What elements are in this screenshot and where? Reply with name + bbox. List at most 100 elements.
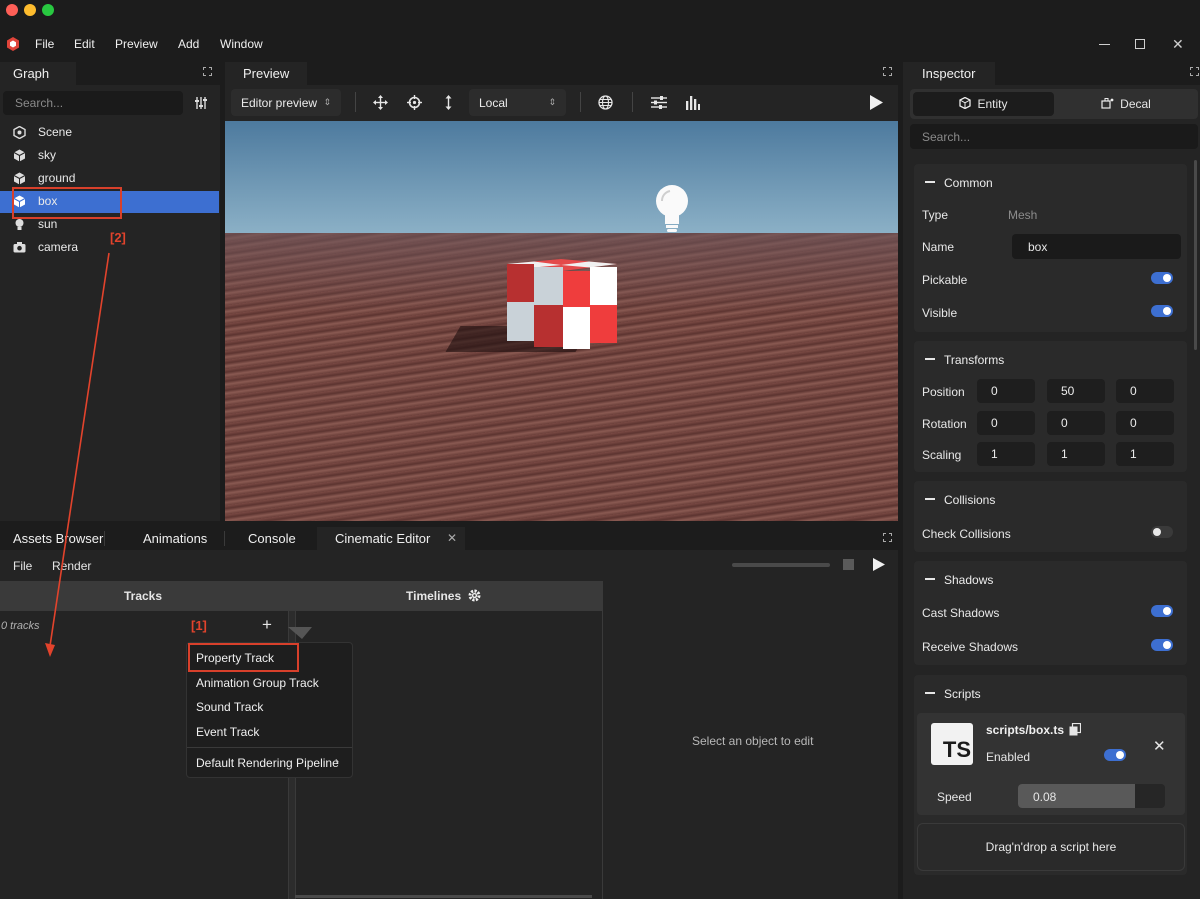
expand-bottom-icon[interactable] [883, 533, 892, 542]
editor-preview-value: Editor preview [241, 95, 318, 110]
copy-icon[interactable] [1069, 723, 1081, 736]
rotation-label: Rotation [922, 417, 967, 431]
graph-tab[interactable]: Graph [13, 66, 49, 81]
stats-bar-chart-icon[interactable] [686, 95, 700, 110]
tree-item-scene[interactable]: Scene [12, 121, 72, 143]
pickable-toggle[interactable] [1151, 272, 1173, 284]
bottom-tabbar: Assets Browser Animations Console Cinema… [0, 527, 898, 550]
collapse-icon[interactable] [925, 692, 935, 694]
move-gizmo-icon[interactable] [373, 95, 388, 110]
minimize-icon[interactable] [1099, 44, 1110, 45]
close-icon[interactable]: ✕ [1172, 36, 1184, 53]
position-y-input[interactable]: 50 [1047, 379, 1105, 403]
tree-item-sky[interactable]: sky [12, 144, 56, 166]
position-z-input[interactable]: 0 [1116, 379, 1174, 403]
app-logo-icon [7, 37, 19, 51]
menu-sound-track[interactable]: Sound Track [196, 700, 263, 714]
remove-script-icon[interactable]: ✕ [1153, 737, 1166, 755]
name-input[interactable]: box [1012, 234, 1181, 259]
section-title[interactable]: Transforms [944, 353, 1004, 367]
speed-label: Speed [937, 790, 972, 804]
camera-icon [12, 240, 26, 254]
playhead-marker-icon [288, 627, 312, 639]
entity-tab-label: Entity [977, 97, 1008, 111]
entity-tab[interactable]: Entity [913, 92, 1054, 116]
stop-icon[interactable] [843, 559, 854, 570]
collapse-icon[interactable] [925, 358, 935, 360]
visible-label: Visible [922, 306, 958, 320]
expand-graph-icon[interactable] [203, 67, 212, 76]
inspector-search-input[interactable]: Search... [910, 124, 1198, 149]
updown-chevron-icon: ⇕ [548, 97, 556, 107]
space-select[interactable]: Local ⇕ [469, 89, 566, 116]
inspector-scrollbar[interactable] [1194, 160, 1197, 350]
section-title[interactable]: Common [944, 176, 993, 190]
scaling-z-input[interactable]: 1 [1116, 442, 1174, 466]
scale-gizmo-icon[interactable] [441, 95, 456, 110]
play-icon[interactable] [869, 95, 883, 110]
menu-window[interactable]: Window [220, 37, 263, 51]
tree-item-label: Scene [38, 125, 73, 139]
filter-sliders-icon[interactable] [194, 96, 208, 110]
inspector-tab[interactable]: Inspector [922, 66, 975, 81]
preview-tab[interactable]: Preview [243, 66, 289, 81]
tab-console[interactable]: Console [248, 531, 296, 546]
script-enabled-toggle[interactable] [1104, 749, 1126, 761]
menu-default-rendering-pipeline[interactable]: Default Rendering Pipeline [196, 756, 339, 770]
timeline-scrollbar[interactable] [295, 895, 592, 898]
rotation-x-input[interactable]: 0 [977, 411, 1035, 435]
expand-inspector-icon[interactable] [1190, 67, 1199, 76]
cinematic-play-icon[interactable] [873, 558, 885, 571]
settings-sliders-icon[interactable] [651, 95, 667, 110]
menu-event-track[interactable]: Event Track [196, 725, 259, 739]
tree-item-label: sun [38, 217, 58, 231]
speed-slider[interactable]: 0.08 [1018, 784, 1165, 808]
cast-shadows-toggle[interactable] [1151, 605, 1173, 617]
check-collisions-toggle[interactable] [1151, 526, 1173, 538]
rotation-z-input[interactable]: 0 [1116, 411, 1174, 435]
receive-shadows-toggle[interactable] [1151, 639, 1173, 651]
minimize-window-dot[interactable] [24, 4, 36, 16]
tab-animations[interactable]: Animations [143, 531, 207, 546]
section-title[interactable]: Shadows [944, 573, 993, 587]
tracks-header: Tracks [124, 589, 163, 603]
expand-preview-icon[interactable] [883, 67, 892, 76]
close-window-dot[interactable] [6, 4, 18, 16]
globe-icon[interactable] [598, 95, 613, 110]
cinematic-file-menu[interactable]: File [13, 559, 32, 573]
restore-icon[interactable] [1135, 39, 1145, 49]
tree-item-ground[interactable]: ground [12, 167, 75, 189]
updown-chevron-icon: ⇕ [323, 97, 331, 107]
graph-search-input[interactable]: Search... [3, 91, 183, 115]
close-tab-icon[interactable]: ✕ [447, 531, 457, 545]
editor-preview-select[interactable]: Editor preview ⇕ [231, 89, 341, 116]
menu-edit[interactable]: Edit [74, 37, 95, 51]
menu-animation-group-track[interactable]: Animation Group Track [196, 676, 319, 690]
annotation-box-box-item [12, 187, 122, 219]
menu-file[interactable]: File [35, 37, 54, 51]
tab-cinematic-editor[interactable]: Cinematic Editor [335, 531, 430, 546]
script-dropzone[interactable]: Drag'n'drop a script here [917, 823, 1185, 871]
visible-toggle[interactable] [1151, 305, 1173, 317]
maximize-window-dot[interactable] [42, 4, 54, 16]
menu-preview[interactable]: Preview [115, 37, 158, 51]
decal-tab[interactable]: Decal [1057, 92, 1195, 116]
add-track-icon[interactable]: + [262, 615, 272, 635]
annotation-box-property-track [188, 643, 299, 672]
rotation-y-input[interactable]: 0 [1047, 411, 1105, 435]
section-title[interactable]: Scripts [944, 687, 981, 701]
type-value: Mesh [1008, 208, 1038, 222]
viewport-canvas[interactable] [225, 121, 898, 521]
position-x-input[interactable]: 0 [977, 379, 1035, 403]
menu-add[interactable]: Add [178, 37, 199, 51]
scaling-x-input[interactable]: 1 [977, 442, 1035, 466]
annotation-arrow [45, 252, 110, 657]
zoom-slider[interactable] [732, 563, 830, 567]
scaling-y-input[interactable]: 1 [1047, 442, 1105, 466]
section-title[interactable]: Collisions [944, 493, 995, 507]
gear-icon[interactable] [468, 589, 481, 602]
collapse-icon[interactable] [925, 498, 935, 500]
collapse-icon[interactable] [925, 578, 935, 580]
rotate-gizmo-icon[interactable] [407, 95, 422, 110]
collapse-icon[interactable] [925, 181, 935, 183]
